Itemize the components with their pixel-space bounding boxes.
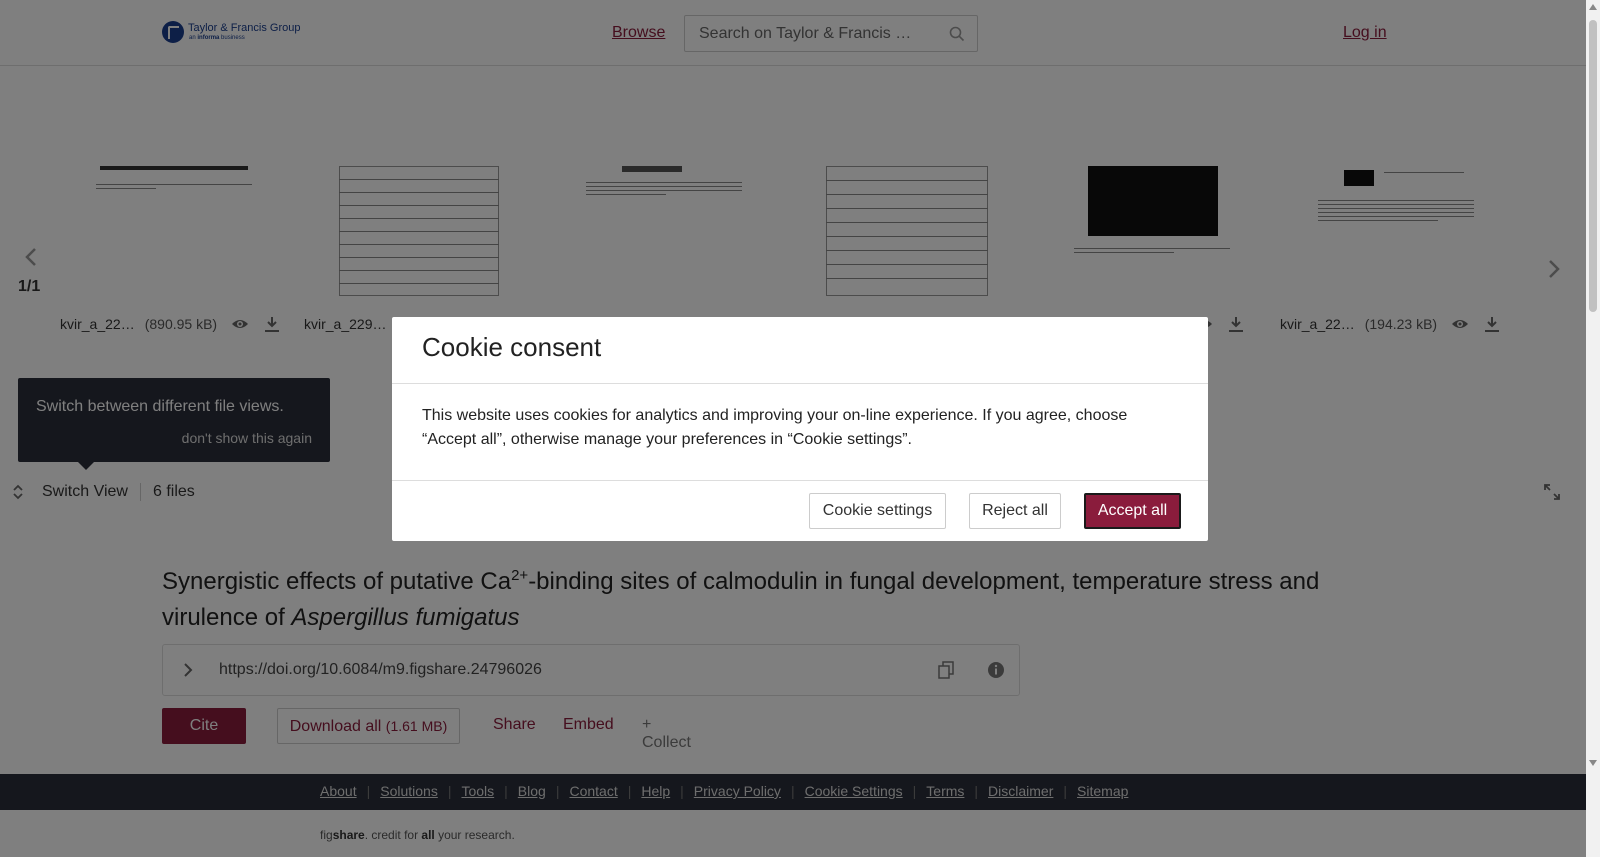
reject-all-button[interactable]: Reject all	[969, 493, 1061, 529]
scroll-up-icon[interactable]	[1589, 4, 1597, 10]
cookie-consent-dialog: Cookie consent This website uses cookies…	[392, 317, 1208, 541]
scroll-down-icon[interactable]	[1589, 760, 1597, 766]
cookie-settings-button[interactable]: Cookie settings	[809, 493, 946, 529]
modal-title: Cookie consent	[422, 332, 602, 362]
modal-text: This website uses cookies for analytics …	[422, 407, 1128, 448]
accept-all-button[interactable]: Accept all	[1084, 493, 1181, 529]
modal-body: This website uses cookies for analytics …	[392, 384, 1208, 481]
page-scrollbar[interactable]	[1586, 0, 1600, 857]
scrollbar-thumb[interactable]	[1589, 20, 1597, 312]
modal-footer: Cookie settings Reject all Accept all	[392, 481, 1208, 541]
modal-header: Cookie consent	[392, 317, 1208, 384]
